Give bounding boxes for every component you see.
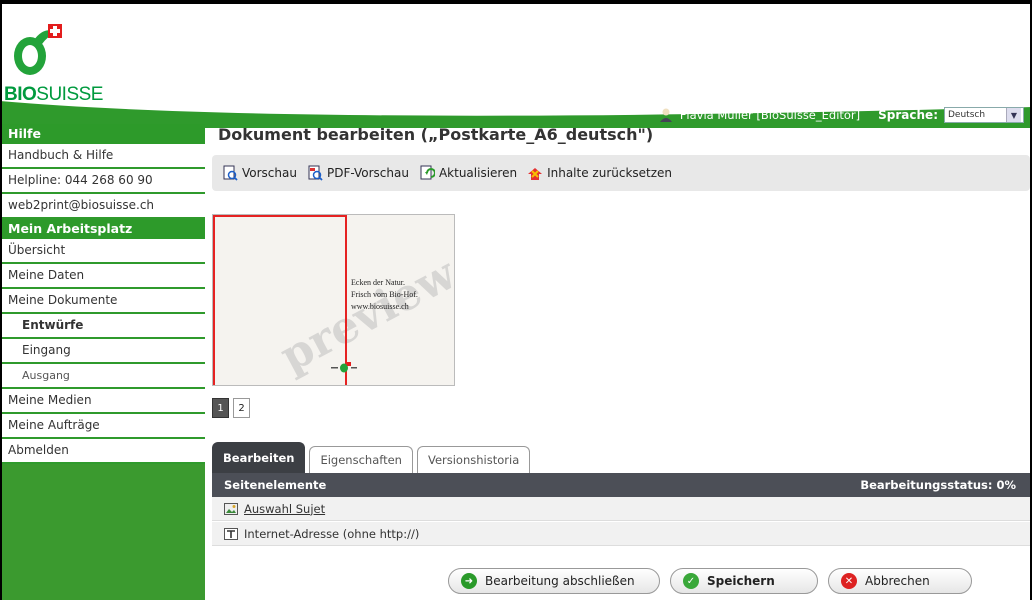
- sidebar-item-manual[interactable]: Handbuch & Hilfe: [0, 144, 205, 169]
- save-label: Speichern: [707, 574, 775, 588]
- checkmark-icon: ✓: [683, 573, 699, 589]
- sidebar-item-outbox[interactable]: Ausgang: [0, 364, 205, 389]
- page-elements-header: Seitenelemente Bearbeitungsstatus: 0%: [212, 473, 1030, 497]
- image-icon: [224, 502, 238, 515]
- header: BIOSUISSE Flavia Müller [BioSuisse_Edito…: [0, 4, 1032, 128]
- preview-label: Vorschau: [242, 166, 297, 180]
- preview-button[interactable]: Vorschau: [222, 165, 297, 181]
- preview-line: Ecken der Natur.: [351, 278, 405, 287]
- sidebar-heading-workspace: Mein Arbeitsplatz: [0, 219, 205, 239]
- left-border: [0, 0, 2, 600]
- save-button[interactable]: ✓ Speichern: [670, 568, 818, 594]
- sidebar-item-my-orders[interactable]: Meine Aufträge: [0, 414, 205, 439]
- action-buttons: ➜ Bearbeitung abschließen ✓ Speichern ✕ …: [448, 568, 972, 594]
- user-name[interactable]: Flavia Müller [BioSuisse_Editor]: [680, 108, 860, 122]
- language-label: Sprache:: [878, 108, 938, 122]
- page-switcher: 1 2: [212, 398, 250, 418]
- tab-version-history[interactable]: Versionshistoria: [416, 446, 531, 473]
- reset-label: Inhalte zurücksetzen: [547, 166, 673, 180]
- biosuisse-logo[interactable]: BIOSUISSE: [4, 22, 124, 112]
- tab-bar: Bearbeiten Eigenschaften Versionshistori…: [212, 442, 531, 473]
- page-elements-heading: Seitenelemente: [224, 478, 327, 492]
- close-icon: ✕: [841, 573, 857, 589]
- edit-status: Bearbeitungsstatus: 0%: [860, 478, 1016, 492]
- preview-bud-logo-icon: [331, 362, 357, 373]
- refresh-icon: [420, 165, 435, 180]
- page-button-1[interactable]: 1: [212, 398, 229, 418]
- cancel-label: Abbrechen: [865, 574, 930, 588]
- pdf-preview-icon: [308, 165, 323, 181]
- sidebar-item-logout[interactable]: Abmelden: [0, 439, 205, 464]
- main-content: Dokument bearbeiten („Postkarte_A6_deuts…: [212, 124, 1030, 594]
- preview-text: Ecken der Natur. Frisch vom Bio-Hof. www…: [351, 277, 451, 313]
- refresh-label: Aktualisieren: [438, 166, 518, 180]
- bud-logo-icon: [14, 24, 62, 75]
- page-element-row[interactable]: Internet-Adresse (ohne http://): [212, 522, 1030, 546]
- internet-address-label[interactable]: Internet-Adresse (ohne http://): [244, 527, 419, 541]
- preview-line: www.biosuisse.ch: [351, 302, 409, 311]
- pdf-preview-button[interactable]: PDF-Vorschau: [307, 165, 409, 181]
- user-icon: [659, 108, 672, 122]
- reset-icon: [528, 168, 543, 180]
- language-select[interactable]: Deutsch ▼: [944, 107, 1024, 123]
- document-toolbar: Vorschau PDF-Vorschau Aktualisieren Inha…: [212, 155, 1030, 191]
- sidebar-heading-help: Hilfe: [0, 124, 205, 144]
- sidebar-item-drafts[interactable]: Entwürfe: [0, 314, 205, 339]
- sidebar-item-overview[interactable]: Übersicht: [0, 239, 205, 264]
- preview-line: Frisch vom Bio-Hof.: [351, 290, 418, 299]
- refresh-button[interactable]: Aktualisieren: [419, 165, 517, 181]
- reset-content-button[interactable]: Inhalte zurücksetzen: [527, 165, 672, 181]
- sidebar-item-inbox[interactable]: Eingang: [0, 339, 205, 364]
- preview-footer-logo: [331, 361, 357, 373]
- document-preview-thumbnail[interactable]: preview Ecken der Natur. Frisch vom Bio-…: [212, 214, 455, 386]
- finish-editing-label: Bearbeitung abschließen: [485, 574, 635, 588]
- language-value: Deutsch: [948, 110, 986, 120]
- select-motif-link[interactable]: Auswahl Sujet: [244, 502, 325, 516]
- pdf-preview-label: PDF-Vorschau: [326, 166, 409, 180]
- cancel-button[interactable]: ✕ Abbrechen: [828, 568, 972, 594]
- arrow-right-icon: ➜: [461, 573, 477, 589]
- tab-edit[interactable]: Bearbeiten: [212, 442, 306, 473]
- sidebar-item-helpline[interactable]: Helpline: 044 268 60 90: [0, 169, 205, 194]
- sidebar-item-email[interactable]: web2print@biosuisse.ch: [0, 194, 205, 219]
- sidebar-item-my-data[interactable]: Meine Daten: [0, 264, 205, 289]
- tab-properties[interactable]: Eigenschaften: [309, 446, 413, 473]
- page-element-row[interactable]: Auswahl Sujet: [212, 497, 1030, 521]
- sidebar-item-my-documents[interactable]: Meine Dokumente: [0, 289, 205, 314]
- chevron-down-icon[interactable]: ▼: [1006, 108, 1021, 122]
- document-preview-icon: [223, 165, 238, 181]
- page-button-2[interactable]: 2: [233, 398, 250, 418]
- sidebar-item-my-media[interactable]: Meine Medien: [0, 389, 205, 414]
- sidebar: Hilfe Handbuch & Hilfe Helpline: 044 268…: [0, 124, 205, 600]
- finish-editing-button[interactable]: ➜ Bearbeitung abschließen: [448, 568, 660, 594]
- page-title: Dokument bearbeiten („Postkarte_A6_deuts…: [218, 125, 654, 144]
- selected-area-frame[interactable]: [213, 215, 347, 385]
- text-field-icon: [224, 527, 238, 540]
